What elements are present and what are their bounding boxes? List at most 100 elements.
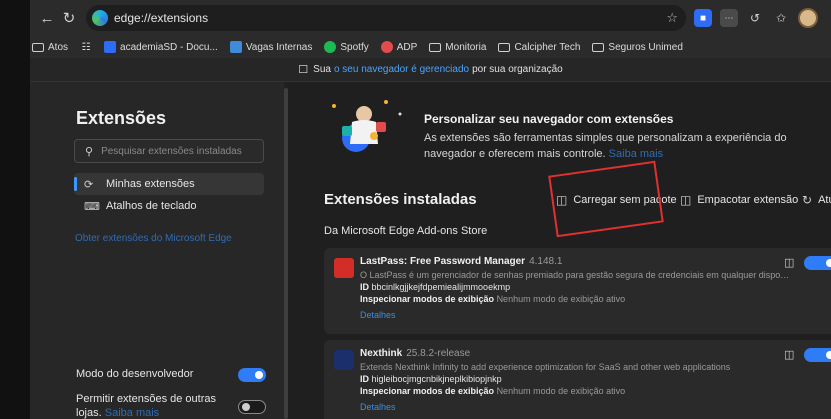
update-label: Atualizar	[818, 194, 831, 206]
search-placeholder: Pesquisar extensões instaladas	[101, 145, 242, 157]
extension-id-value: bbcinlkgjjkejfdpemiealijmmooekmp	[371, 282, 511, 292]
sidebar-title: Extensões	[76, 108, 167, 128]
main-content: Personalizar seu navegador com extensões…	[288, 82, 831, 419]
managed-banner: ☐ Sua o seu navegador é gerenciado por s…	[30, 58, 831, 82]
folder-icon	[592, 42, 605, 52]
extension-name: LastPass: Free Password Manager 4.148.1	[360, 256, 562, 267]
fav-label: Seguros Unimed	[608, 41, 683, 53]
extension-title: Nexthink	[360, 348, 403, 359]
allow-other-stores-text: Permitir extensões de outras lojas. Saib…	[76, 392, 216, 419]
banner-prefix: Sua	[313, 64, 331, 75]
extension-inspect: Inspecionar modos de exibição Nenhum mod…	[360, 294, 625, 304]
doc-icon	[104, 41, 117, 53]
fav-label: Atos	[48, 41, 69, 53]
extension-enable-toggle[interactable]	[804, 348, 831, 362]
fav-item-vagas[interactable]: Vagas Internas	[229, 41, 312, 53]
keyboard-icon: ⌨	[84, 200, 100, 213]
fav-label: Calcipher Tech	[514, 41, 581, 53]
extension-details-link[interactable]: Detalhes	[360, 310, 396, 320]
extension-version: 25.8.2-release	[406, 348, 471, 359]
extension-id-label: ID	[360, 282, 369, 292]
extensions-icon: ⟳	[84, 178, 94, 191]
fav-item-atos[interactable]: Atos	[32, 42, 68, 53]
inspect-label: Inspecionar modos de exibição	[360, 294, 495, 304]
browser-window: ← ↻ edge://extensions ☆ ■ ⋯ ↺ ✩ Atos ☷ a…	[30, 0, 831, 419]
extension-version: 4.148.1	[529, 256, 563, 267]
get-extensions-link[interactable]: Obter extensões do Microsoft Edge	[75, 233, 232, 244]
hero-illustration	[332, 100, 402, 152]
profile-avatar[interactable]	[798, 8, 818, 28]
fav-label: ADP	[396, 41, 418, 53]
inspect-value: Nenhum modo de exibição ativo	[496, 294, 626, 304]
managed-link[interactable]: o seu navegador é gerenciado	[334, 64, 469, 75]
favorite-star-icon[interactable]: ☆	[666, 10, 678, 26]
edge-logo-icon	[92, 10, 108, 26]
nexthink-icon	[334, 350, 354, 370]
refresh-icon: ↻	[62, 10, 76, 27]
remove-extension-icon[interactable]: ◫	[784, 256, 794, 269]
extension-name: Nexthink 25.8.2-release	[360, 348, 470, 359]
extension-description: O LastPass é um gerenciador de senhas pr…	[360, 270, 790, 280]
banner-suffix: por sua organização	[472, 64, 563, 75]
sidebar-item-my-extensions[interactable]: ⟳ Minhas extensões	[74, 173, 264, 195]
lastpass-icon	[334, 258, 354, 278]
load-unpacked-button[interactable]: ◫ Carregar sem pacote	[556, 193, 677, 207]
installed-extensions-title: Extensões instaladas	[324, 191, 477, 208]
fav-item-calcipher[interactable]: Calcipher Tech	[498, 42, 580, 53]
allow-other-stores-link[interactable]: Saiba mais	[105, 407, 159, 419]
favorites-bar: Atos ☷ academiaSD - Docu... Vagas Intern…	[30, 36, 831, 58]
pack-extension-button[interactable]: ◫ Empacotar extensão	[680, 193, 798, 207]
fav-item-academia[interactable]: academiaSD - Docu...	[104, 41, 218, 53]
briefcase-icon: ☐	[298, 64, 309, 76]
hero-learn-more-link[interactable]: Saiba mais	[609, 148, 663, 160]
refresh-icon: ↻	[802, 193, 813, 207]
extension-description: Extends Nexthink Infinity to add experie…	[360, 362, 731, 372]
fav-item-spotify[interactable]: Spotfy	[324, 41, 369, 53]
remove-extension-icon[interactable]: ◫	[784, 348, 794, 361]
box-icon: ◫	[556, 193, 568, 207]
refresh-page-icon[interactable]: ↺	[746, 9, 764, 27]
developer-mode-toggle[interactable]	[238, 368, 266, 382]
sidebar-item-keyboard-shortcuts[interactable]: ⌨ Atalhos de teclado	[74, 195, 264, 217]
back-arrow-icon: ←	[39, 9, 55, 27]
fav-item-unimed[interactable]: Seguros Unimed	[592, 41, 683, 53]
load-unpacked-label: Carregar sem pacote	[573, 194, 677, 206]
hero-text: As extensões são ferramentas simples que…	[424, 130, 824, 162]
refresh-button[interactable]: ↻	[58, 7, 80, 29]
fav-label: Monitoria	[445, 41, 487, 53]
extension-card-lastpass: LastPass: Free Password Manager 4.148.1 O…	[324, 248, 831, 334]
extension-card-nexthink: Nexthink 25.8.2-release Extends Nexthink …	[324, 340, 831, 419]
address-url: edge://extensions	[114, 11, 209, 25]
extension-button-icon[interactable]: ■	[694, 9, 712, 27]
search-input[interactable]: ⚲ Pesquisar extensões instaladas	[74, 139, 264, 163]
hero-description: As extensões são ferramentas simples que…	[424, 132, 787, 160]
spotify-icon	[324, 41, 337, 53]
sidebar-item-label: Atalhos de teclado	[106, 200, 197, 212]
desktop-edge	[0, 0, 30, 419]
developer-mode-label: Modo do desenvolvedor	[76, 368, 194, 380]
folder-icon	[32, 42, 44, 52]
back-button[interactable]: ←	[36, 7, 58, 29]
extension-id-value: higleibocjmgcnbikjneplkibiopjnkp	[371, 374, 502, 384]
extension-details-link[interactable]: Detalhes	[360, 402, 396, 412]
pack-extension-label: Empacotar extensão	[697, 194, 799, 206]
fav-item-adp[interactable]: ADP	[380, 41, 418, 53]
allow-other-stores-toggle[interactable]	[238, 400, 266, 414]
store-section-label: Da Microsoft Edge Add-ons Store	[324, 225, 488, 237]
update-button[interactable]: ↻ Atualizar	[802, 193, 831, 207]
allow-other-stores-row: Permitir extensões de outras lojas. Saib…	[76, 392, 266, 419]
fav-item-monitoria[interactable]: Monitoria	[429, 42, 486, 53]
favorites-icon[interactable]: ✩	[772, 9, 790, 27]
extension-id: ID higleibocjmgcnbikjneplkibiopjnkp	[360, 374, 502, 384]
address-bar[interactable]: edge://extensions ☆	[86, 5, 686, 31]
ms-icon: ☷	[81, 41, 91, 53]
sidebar-item-label: Minhas extensões	[106, 178, 195, 190]
more-extension-icon[interactable]: ⋯	[720, 9, 738, 27]
fav-item-ms[interactable]: ☷	[80, 41, 92, 53]
fav-label: academiaSD - Docu...	[120, 41, 218, 53]
extension-enable-toggle[interactable]	[804, 256, 831, 270]
search-icon: ⚲	[85, 145, 94, 158]
sharepoint-icon	[229, 41, 242, 53]
inspect-value: Nenhum modo de exibição ativo	[496, 386, 626, 396]
extension-inspect: Inspecionar modos de exibição Nenhum mod…	[360, 386, 625, 396]
